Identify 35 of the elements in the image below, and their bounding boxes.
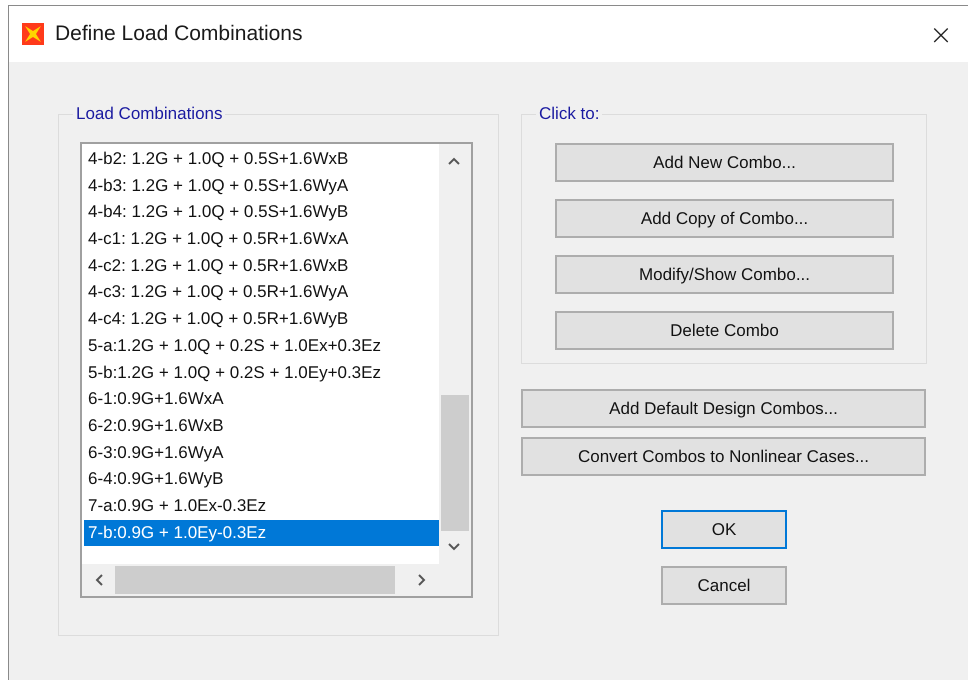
scroll-up-icon[interactable] bbox=[447, 156, 461, 166]
scroll-right-icon[interactable] bbox=[417, 573, 427, 587]
list-item[interactable]: 7-a:0.9G + 1.0Ex-0.3Ez bbox=[84, 492, 439, 520]
app-logo-icon bbox=[21, 22, 45, 46]
window-title: Define Load Combinations bbox=[55, 22, 304, 46]
list-item[interactable]: 5-a:1.2G + 1.0Q + 0.2S + 1.0Ex+0.3Ez bbox=[84, 332, 439, 360]
list-item[interactable]: 4-c2: 1.2G + 1.0Q + 0.5R+1.6WxB bbox=[84, 252, 439, 280]
action-button[interactable]: Add Default Design Combos... bbox=[521, 389, 926, 428]
action-button[interactable]: Delete Combo bbox=[555, 311, 894, 350]
list-item[interactable]: 4-c1: 1.2G + 1.0Q + 0.5R+1.6WxA bbox=[84, 226, 439, 253]
close-button[interactable]: × bbox=[913, 6, 968, 62]
list-item[interactable]: 6-4:0.9G+1.6WyB bbox=[84, 466, 439, 493]
scrollbar-thumb[interactable] bbox=[441, 395, 469, 531]
action-button[interactable]: Add New Combo... bbox=[555, 143, 894, 182]
action-button[interactable]: Modify/Show Combo... bbox=[555, 255, 894, 294]
list-item[interactable]: 4-b3: 1.2G + 1.0Q + 0.5S+1.6WyA bbox=[84, 172, 439, 200]
action-button[interactable]: Add Copy of Combo... bbox=[555, 199, 894, 238]
scroll-down-icon[interactable] bbox=[447, 542, 461, 552]
dialog-button[interactable]: OK bbox=[661, 510, 787, 549]
list-item[interactable]: 4-c3: 1.2G + 1.0Q + 0.5R+1.6WyA bbox=[84, 279, 439, 306]
scrollbar-thumb[interactable] bbox=[115, 566, 395, 594]
list-item[interactable]: 6-3:0.9G+1.6WyA bbox=[84, 440, 439, 466]
horizontal-scrollbar[interactable] bbox=[82, 564, 439, 596]
list-item[interactable]: 4-b4: 1.2G + 1.0Q + 0.5S+1.6WyB bbox=[84, 199, 439, 226]
vertical-scrollbar[interactable] bbox=[439, 144, 471, 564]
dialog-button[interactable]: Cancel bbox=[661, 566, 787, 605]
list-item[interactable]: 7-b:0.9G + 1.0Ey-0.3Ez bbox=[84, 520, 439, 546]
action-button[interactable]: Convert Combos to Nonlinear Cases... bbox=[521, 437, 926, 476]
list-item[interactable]: 6-2:0.9G+1.6WxB bbox=[84, 412, 439, 440]
combinations-list[interactable] bbox=[80, 142, 473, 598]
scroll-left-icon[interactable] bbox=[94, 573, 104, 587]
list-item[interactable]: 4-b2: 1.2G + 1.0Q + 0.5S+1.6WxB bbox=[84, 146, 439, 173]
list-item[interactable]: 4-c4: 1.2G + 1.0Q + 0.5R+1.6WyB bbox=[84, 306, 439, 333]
list-item[interactable]: 5-b:1.2G + 1.0Q + 0.2S + 1.0Ey+0.3Ez bbox=[84, 360, 439, 386]
list-item[interactable]: 6-1:0.9G+1.6WxA bbox=[84, 386, 439, 413]
